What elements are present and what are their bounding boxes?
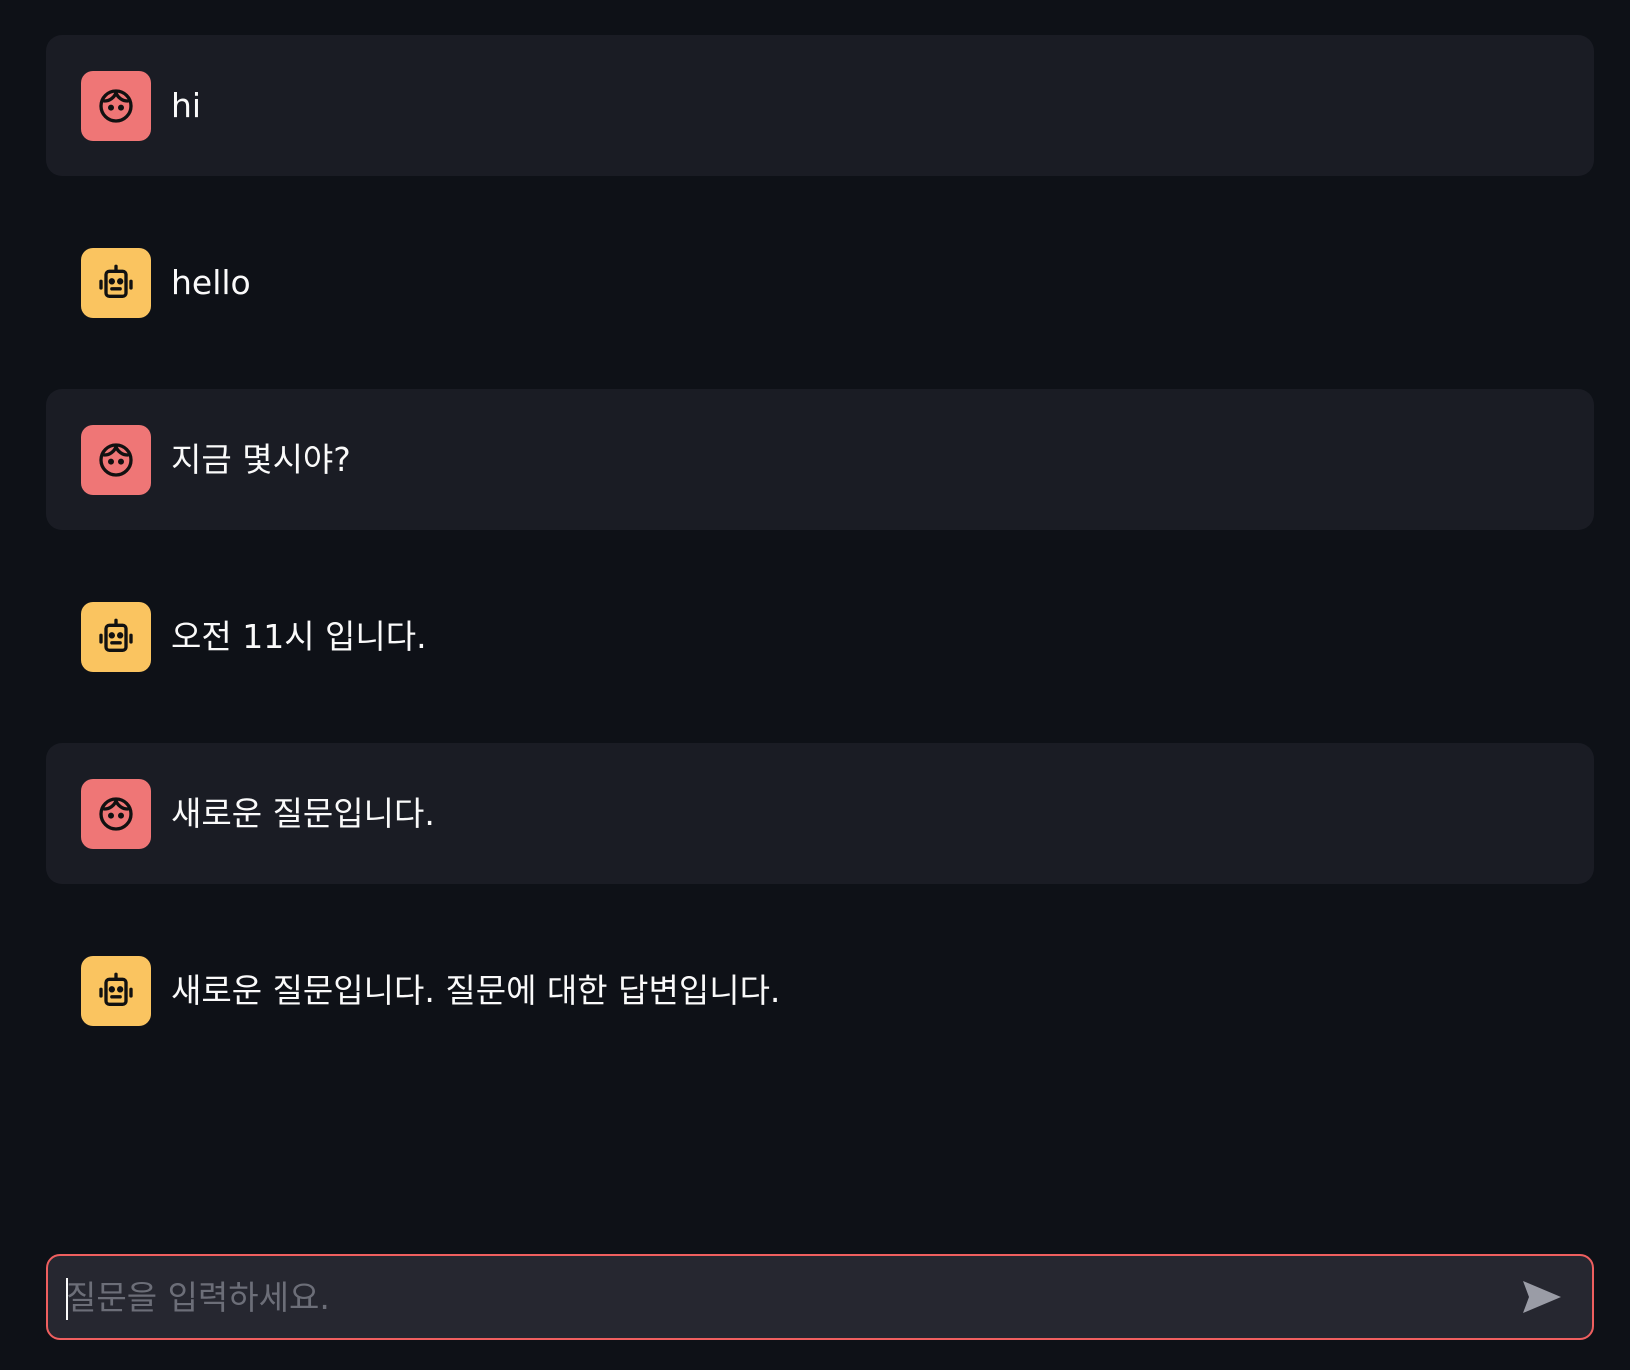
chat-message-user: 새로운 질문입니다. <box>46 743 1594 884</box>
user-avatar <box>81 424 151 495</box>
send-button[interactable] <box>1512 1267 1572 1327</box>
assistant-avatar <box>81 955 151 1026</box>
message-text: hi <box>171 86 202 125</box>
user-face-icon <box>99 88 133 123</box>
chat-input[interactable] <box>48 1255 1512 1339</box>
user-avatar <box>81 70 151 141</box>
robot-icon <box>99 618 133 652</box>
user-avatar <box>81 778 151 849</box>
user-face-icon <box>99 796 133 831</box>
chat-message-assistant: 오전 11시 입니다. <box>46 566 1594 707</box>
chat-message-user: hi <box>46 35 1594 176</box>
user-face-icon <box>99 442 133 477</box>
message-text: 새로운 질문입니다. <box>171 794 435 833</box>
text-cursor <box>66 1278 68 1320</box>
assistant-avatar <box>81 601 151 672</box>
chat-message-assistant: hello <box>46 212 1594 353</box>
robot-icon <box>99 972 133 1006</box>
message-text: 새로운 질문입니다. 질문에 대한 답변입니다. <box>171 971 781 1010</box>
chat-message-list: hi hello 지금 몇시야? 오전 11시 입니다. 새로운 질문입니다. … <box>46 35 1594 1097</box>
chat-message-user: 지금 몇시야? <box>46 389 1594 530</box>
chat-message-assistant: 새로운 질문입니다. 질문에 대한 답변입니다. <box>46 920 1594 1061</box>
send-icon <box>1523 1281 1561 1313</box>
assistant-avatar <box>81 247 151 318</box>
message-text: hello <box>171 263 251 302</box>
chat-input-container <box>46 1254 1594 1340</box>
robot-icon <box>99 264 133 298</box>
message-text: 오전 11시 입니다. <box>171 617 427 656</box>
message-text: 지금 몇시야? <box>171 440 351 479</box>
